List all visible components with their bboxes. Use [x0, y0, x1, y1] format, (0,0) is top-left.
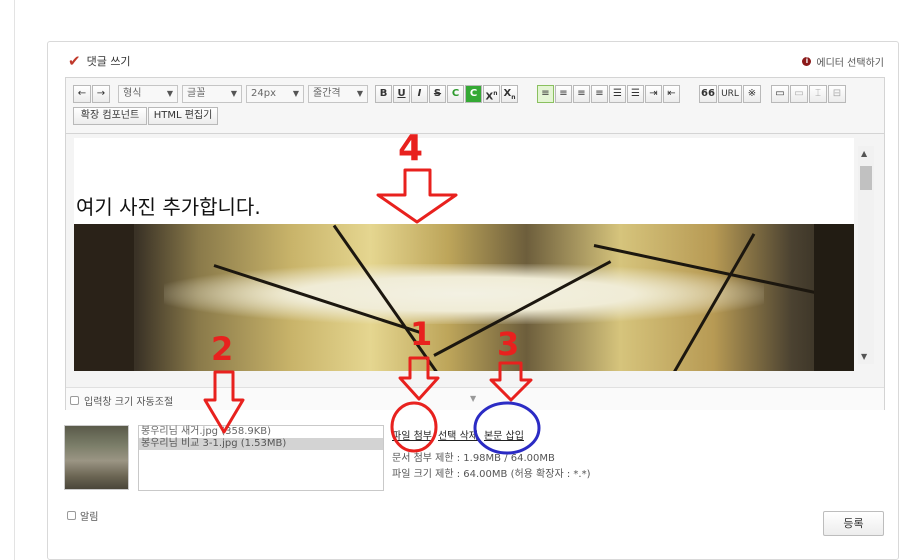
comment-title-label: 댓글 쓰기: [86, 55, 131, 68]
strike-button[interactable]: S: [429, 85, 446, 103]
table-button[interactable]: ▭: [771, 85, 789, 103]
chevron-down-icon: ▼: [292, 89, 299, 98]
align-right-button[interactable]: ≡: [573, 85, 590, 103]
outdent-button[interactable]: ⇤: [663, 85, 680, 103]
attachment-limit: 문서 첨부 제한 : 1.98MB / 64.00MB: [392, 453, 555, 464]
attachment-file-list[interactable]: 봉우리님 새거.jpg (358.9KB) 봉우리님 비교 3-1.jpg (1…: [138, 425, 384, 491]
align-right-icon: ≡: [577, 88, 586, 99]
inserted-photo[interactable]: [74, 224, 854, 371]
table-icon: ▭: [775, 88, 785, 99]
file-item-selected[interactable]: 봉우리님 비교 3-1.jpg (1.53MB): [139, 438, 383, 450]
submit-button[interactable]: 등록: [823, 511, 884, 536]
split-cells-button[interactable]: ⌶: [809, 85, 827, 103]
format-select-value: 형식: [123, 88, 142, 99]
chevron-down-icon: ▼: [230, 89, 237, 98]
resize-bar: 입력창 크기 자동조절 ▼: [66, 387, 884, 410]
size-select[interactable]: 24px ▼: [246, 85, 304, 103]
split-rows-icon: ⊟: [832, 88, 842, 99]
file-actions: 파일 첨부 선택 삭제 본문 삽입: [392, 427, 524, 442]
scroll-up-icon[interactable]: ▲: [861, 149, 867, 158]
unordered-list-icon: ☰: [631, 88, 640, 99]
line-select-value: 줄간격: [313, 88, 341, 99]
content-text[interactable]: 여기 사진 추가합니다.: [76, 191, 261, 220]
align-center-button[interactable]: ≡: [555, 85, 572, 103]
photo-sky: [164, 264, 764, 324]
url-button[interactable]: URL: [718, 85, 742, 103]
align-justify-button[interactable]: ≡: [591, 85, 608, 103]
checkmark-icon: ✔: [68, 52, 81, 70]
editor: ← → 형식 ▼ 글꼴 ▼ 24px ▼ 줄간격 ▼ B U I S C C Xn Xn…: [65, 77, 885, 410]
split-cells-icon: ⌶: [815, 88, 821, 99]
auto-resize-label: 입력창 크기 자동조절: [84, 397, 174, 408]
extension-component-button[interactable]: 확장 컴포넌트: [73, 107, 147, 125]
auto-resize-checkbox[interactable]: [70, 396, 79, 405]
photo-trunk: [814, 224, 854, 371]
top-fragment: · · · ·: [865, 0, 896, 5]
underline-button[interactable]: U: [393, 85, 410, 103]
delete-selected-link[interactable]: 선택 삭제: [438, 427, 478, 442]
photo-trunk: [74, 224, 134, 371]
resize-handle-icon[interactable]: ▼: [470, 394, 476, 403]
notify-checkbox[interactable]: [67, 511, 76, 520]
editor-select-link[interactable]: i 에디터 선택하기: [802, 54, 884, 69]
info-icon: i: [802, 57, 812, 66]
page-left-border: [14, 0, 15, 560]
merge-cells-button[interactable]: ▭: [790, 85, 808, 103]
chevron-down-icon: ▼: [166, 89, 173, 98]
subscript-button[interactable]: Xn: [501, 85, 518, 103]
split-rows-button[interactable]: ⊟: [828, 85, 846, 103]
special-char-button[interactable]: ※: [743, 85, 761, 103]
superscript-button[interactable]: Xn: [483, 85, 500, 103]
font-select[interactable]: 글꼴 ▼: [182, 85, 242, 103]
indent-icon: ⇥: [649, 88, 658, 99]
redo-button[interactable]: →: [92, 85, 110, 103]
ordered-list-icon: ☰: [613, 88, 622, 99]
undo-button[interactable]: ←: [73, 85, 91, 103]
align-left-button[interactable]: ≡: [537, 85, 554, 103]
notify-option[interactable]: 알림: [67, 508, 98, 523]
bg-color-button[interactable]: C: [465, 85, 482, 103]
text-color-button[interactable]: C: [447, 85, 464, 103]
bold-button[interactable]: B: [375, 85, 392, 103]
editor-toolbar: ← → 형식 ▼ 글꼴 ▼ 24px ▼ 줄간격 ▼ B U I S C C Xn Xn…: [66, 78, 884, 134]
font-select-value: 글꼴: [187, 88, 206, 99]
ordered-list-button[interactable]: ☰: [609, 85, 626, 103]
quote-button[interactable]: 66: [699, 85, 717, 103]
editor-content[interactable]: 여기 사진 추가합니다.: [74, 138, 854, 371]
align-left-icon: ≡: [541, 88, 550, 99]
size-select-value: 24px: [251, 88, 276, 99]
outdent-icon: ⇤: [667, 88, 676, 99]
comment-title: ✔ 댓글 쓰기: [68, 52, 131, 70]
align-center-icon: ≡: [559, 88, 568, 99]
line-height-select[interactable]: 줄간격 ▼: [308, 85, 368, 103]
indent-button[interactable]: ⇥: [645, 85, 662, 103]
auto-resize-option[interactable]: 입력창 크기 자동조절: [70, 393, 173, 408]
file-size-limit: 파일 크기 제한 : 64.00MB (허용 확장자 : *.*): [392, 469, 591, 480]
editor-select-label[interactable]: 에디터 선택하기: [816, 54, 884, 69]
html-editor-button[interactable]: HTML 편집기: [148, 107, 218, 125]
format-select[interactable]: 형식 ▼: [118, 85, 178, 103]
unordered-list-button[interactable]: ☰: [627, 85, 644, 103]
editor-scrollbar[interactable]: ▲ ▼: [858, 146, 874, 364]
scrollbar-thumb[interactable]: [860, 166, 872, 190]
insert-into-body-link[interactable]: 본문 삽입: [484, 427, 524, 442]
attachment-thumbnail: [64, 425, 129, 490]
align-justify-icon: ≡: [595, 88, 604, 99]
italic-button[interactable]: I: [411, 85, 428, 103]
notify-label: 알림: [80, 512, 99, 523]
merge-cells-icon: ▭: [794, 88, 804, 99]
chevron-down-icon: ▼: [356, 89, 363, 98]
scroll-down-icon[interactable]: ▼: [861, 352, 867, 361]
attach-file-link[interactable]: 파일 첨부: [392, 427, 432, 442]
file-item[interactable]: 봉우리님 새거.jpg (358.9KB): [139, 426, 383, 438]
